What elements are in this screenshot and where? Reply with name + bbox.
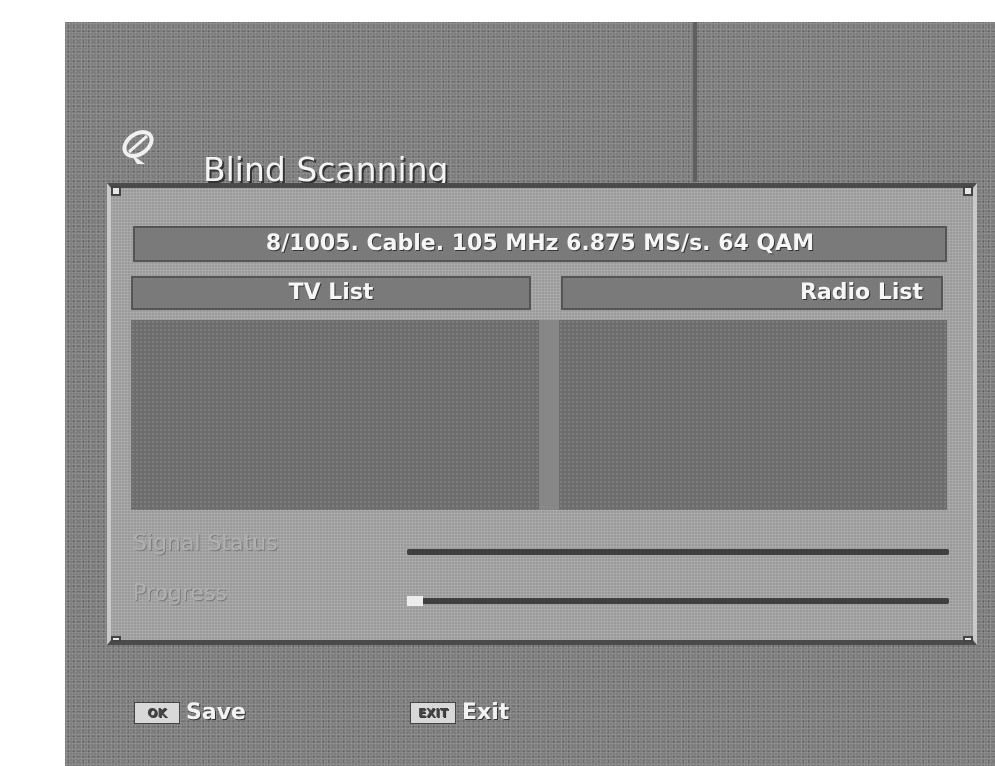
background-line [693, 22, 697, 182]
scan-panel: 8/1005. Cable. 105 MHz 6.875 MS/s. 64 QA… [107, 183, 977, 645]
satellite-dish-icon [122, 130, 154, 164]
panel-corner [111, 636, 121, 642]
tv-list-header: TV List [131, 276, 531, 310]
exit-key-icon: EXIT [410, 702, 456, 724]
radio-list[interactable] [559, 320, 947, 510]
progress-bar [407, 596, 949, 606]
progress-label: Progress [133, 581, 227, 606]
progress-fill [407, 596, 424, 606]
panel-corner [963, 636, 973, 642]
list-divider [539, 320, 559, 510]
ok-key-icon: OK [134, 702, 180, 724]
panel-corner [111, 186, 121, 196]
exit-button[interactable]: EXIT Exit [410, 700, 509, 725]
radio-list-header: Radio List [561, 276, 943, 310]
panel-corner [963, 186, 973, 196]
exit-label: Exit [462, 700, 510, 725]
tv-list[interactable] [131, 320, 539, 510]
save-button[interactable]: OK Save [134, 700, 246, 725]
signal-status-bar [407, 549, 949, 555]
scan-info-bar: 8/1005. Cable. 105 MHz 6.875 MS/s. 64 QA… [133, 226, 947, 262]
signal-status-label: Signal Status [133, 531, 278, 556]
save-label: Save [186, 700, 246, 725]
